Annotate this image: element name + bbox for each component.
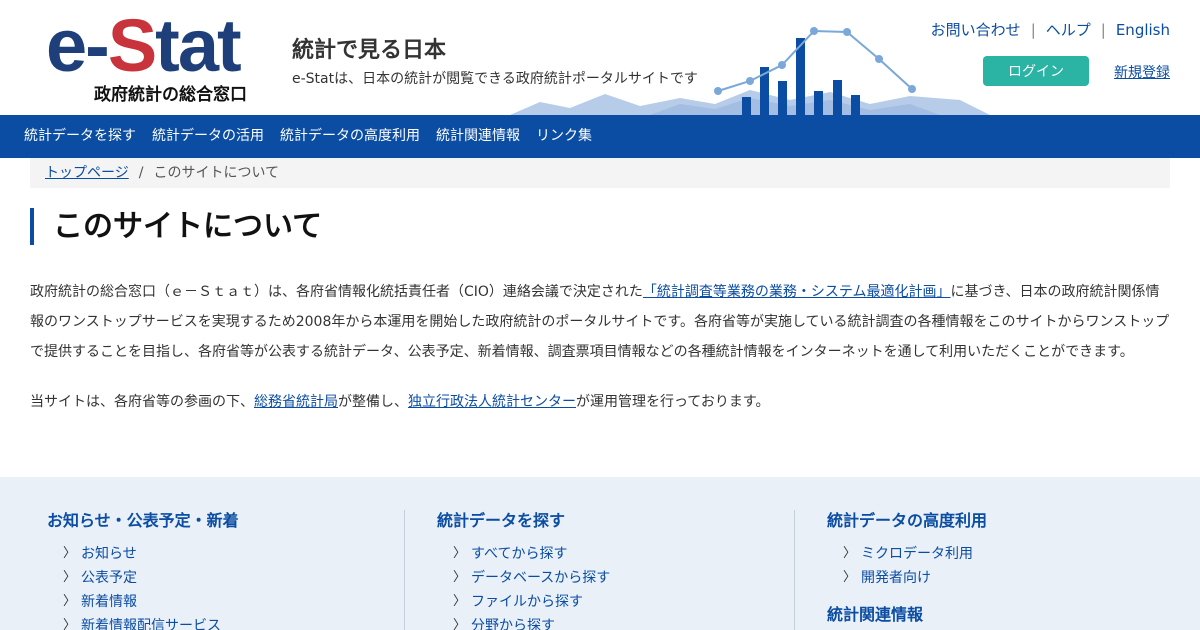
chevron-right-icon: 〉 [63, 618, 77, 630]
register-link[interactable]: 新規登録 [1114, 62, 1170, 82]
link-separator: | [1100, 21, 1106, 39]
statistics-bureau-link[interactable]: 総務省統計局 [254, 394, 338, 410]
breadcrumb-home-link[interactable]: トップページ [45, 165, 129, 181]
footer-column-news: お知らせ・公表予定・新着 〉お知らせ 〉公表予定 〉新着情報 〉新着情報配信サー… [47, 510, 405, 630]
management-paragraph: 当サイトは、各府省等の参画の下、総務省統計局が整備し、独立行政法人統計センターが… [30, 394, 770, 410]
site-title: 統計で見る日本 [292, 38, 447, 63]
nav-item-use-data[interactable]: 統計データの活用 [144, 115, 272, 158]
footer-heading-find-data: 統計データを探す [437, 511, 566, 530]
chevron-right-icon: 〉 [63, 546, 77, 561]
link-separator: | [1030, 21, 1036, 39]
estat-logo[interactable]: e-Stat 政府統計の総合窓口 [46, 6, 247, 106]
chevron-right-icon: 〉 [843, 546, 857, 561]
chevron-right-icon: 〉 [63, 570, 77, 585]
nav-item-related-info[interactable]: 統計関連情報 [428, 115, 528, 158]
page-title: このサイトについて [30, 208, 322, 245]
breadcrumb-separator: / [138, 165, 144, 181]
chevron-right-icon: 〉 [453, 546, 467, 561]
chevron-right-icon: 〉 [63, 594, 77, 609]
footer-heading-advanced: 統計データの高度利用 [827, 511, 988, 530]
footer-link-notices[interactable]: 〉お知らせ [47, 542, 405, 566]
english-link[interactable]: English [1116, 21, 1170, 39]
footer-column-advanced: 統計データの高度利用 〉ミクロデータ利用 〉開発者向け 統計関連情報 [827, 510, 1185, 630]
statistics-center-link[interactable]: 独立行政法人統計センター [408, 394, 576, 410]
contact-link[interactable]: お問い合わせ [931, 21, 1021, 39]
nav-item-find-data[interactable]: 統計データを探す [16, 115, 144, 158]
nav-item-links[interactable]: リンク集 [528, 115, 600, 158]
footer-link-developers[interactable]: 〉開発者向け [827, 566, 1185, 590]
chevron-right-icon: 〉 [453, 594, 467, 609]
site-footer: お知らせ・公表予定・新着 〉お知らせ 〉公表予定 〉新着情報 〉新着情報配信サー… [0, 477, 1200, 630]
footer-link-search-all[interactable]: 〉すべてから探す [437, 542, 795, 566]
footer-link-delivery-service[interactable]: 〉新着情報配信サービス [47, 614, 405, 630]
footer-heading-related-info: 統計関連情報 [827, 605, 924, 624]
help-link[interactable]: ヘルプ [1046, 21, 1091, 39]
breadcrumb-current: このサイトについて [153, 165, 280, 181]
footer-column-find-data: 統計データを探す 〉すべてから探す 〉データベースから探す 〉ファイルから探す … [437, 510, 795, 630]
footer-link-microdata[interactable]: 〉ミクロデータ利用 [827, 542, 1185, 566]
footer-heading-news: お知らせ・公表予定・新着 [47, 511, 239, 530]
header-utility-links: お問い合わせ | ヘルプ | English [931, 19, 1170, 40]
intro-paragraph: 政府統計の総合窓口（ｅ－Ｓｔａｔ）は、各府省情報化統括責任者（CIO）連絡会議で… [30, 284, 1170, 360]
nav-item-advanced-use[interactable]: 統計データの高度利用 [272, 115, 428, 158]
footer-link-new-arrivals[interactable]: 〉新着情報 [47, 590, 405, 614]
breadcrumb: トップページ / このサイトについて [30, 158, 1170, 188]
footer-link-search-fields[interactable]: 〉分野から探す [437, 614, 795, 630]
logo-subtitle: 政府統計の総合窓口 [94, 85, 247, 105]
footer-link-search-files[interactable]: 〉ファイルから探す [437, 590, 795, 614]
site-header: e-Stat 政府統計の総合窓口 統計で見る日本 e-Statは、日本の統計が閲… [0, 0, 1200, 115]
optimization-plan-link[interactable]: 「統計調査等業務の業務・システム最適化計画」 [643, 284, 951, 300]
chevron-right-icon: 〉 [843, 570, 857, 585]
header-chart-decoration-icon [510, 27, 990, 115]
main-navigation: 統計データを探す 統計データの活用 統計データの高度利用 統計関連情報 リンク集 [0, 115, 1200, 158]
footer-link-search-database[interactable]: 〉データベースから探す [437, 566, 795, 590]
chevron-right-icon: 〉 [453, 570, 467, 585]
footer-link-release-schedule[interactable]: 〉公表予定 [47, 566, 405, 590]
logo-wordmark: e-Stat [46, 4, 242, 87]
login-button[interactable]: ログイン [983, 56, 1089, 86]
chevron-right-icon: 〉 [453, 618, 467, 630]
